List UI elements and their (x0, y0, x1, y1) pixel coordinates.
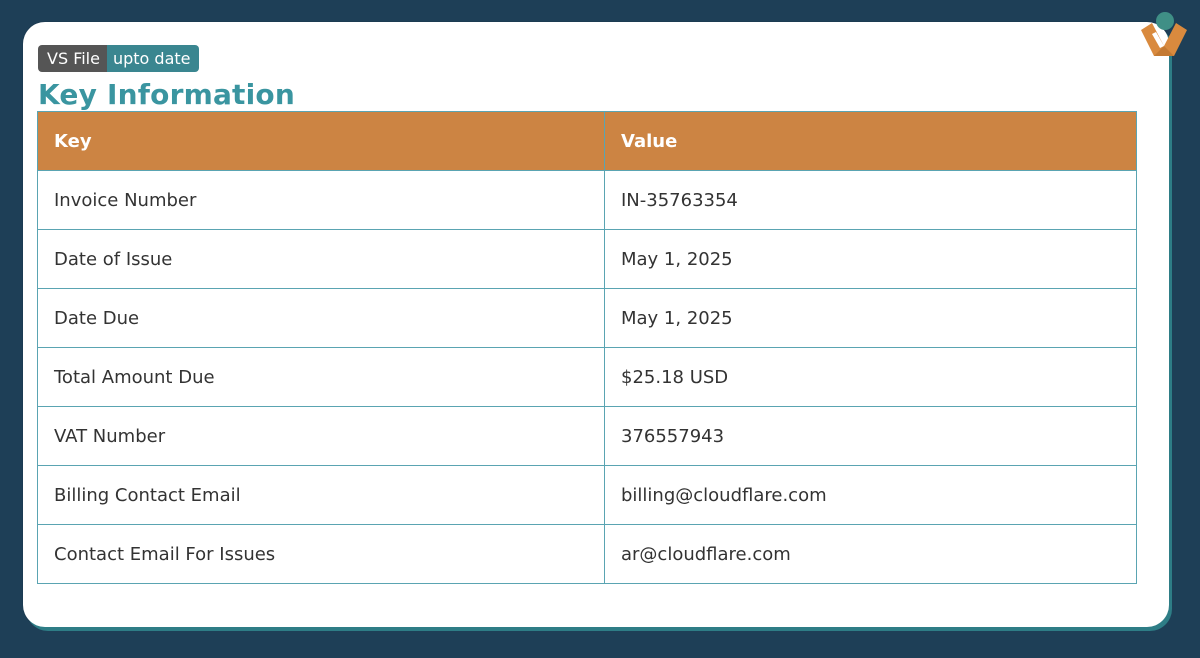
table-cell-value: $25.18 USD (604, 347, 1137, 407)
key-information-table: Key Value Invoice Number IN-35763354 Dat… (37, 111, 1137, 584)
document-card: VS File upto date Key Information Key Va… (23, 22, 1169, 627)
table-cell-key: Total Amount Due (37, 347, 605, 407)
orange-teal-logo-icon (1141, 12, 1187, 56)
table-row: VAT Number 376557943 (37, 406, 1137, 466)
table-cell-key: Invoice Number (37, 170, 605, 230)
table-cell-value[interactable]: billing@cloudflare.com (604, 465, 1137, 525)
table-row: Date Due May 1, 2025 (37, 288, 1137, 348)
table-row: Invoice Number IN-35763354 (37, 170, 1137, 230)
table-header-row: Key Value (37, 111, 1137, 171)
status-badge-value: upto date (106, 45, 199, 72)
table-row: Date of Issue May 1, 2025 (37, 229, 1137, 289)
table-cell-key: VAT Number (37, 406, 605, 466)
table-row: Total Amount Due $25.18 USD (37, 347, 1137, 407)
table-row: Contact Email For Issues ar@cloudflare.c… (37, 524, 1137, 584)
status-badge: VS File upto date (38, 45, 199, 72)
table-cell-key: Date of Issue (37, 229, 605, 289)
table-row: Billing Contact Email billing@cloudflare… (37, 465, 1137, 525)
status-badge-label: VS File (38, 45, 107, 72)
table-cell-key: Date Due (37, 288, 605, 348)
table-header-value: Value (604, 111, 1137, 171)
table-cell-key: Billing Contact Email (37, 465, 605, 525)
table-cell-value[interactable]: ar@cloudflare.com (604, 524, 1137, 584)
table-cell-value: May 1, 2025 (604, 288, 1137, 348)
table-header-key: Key (37, 111, 605, 171)
table-cell-value: May 1, 2025 (604, 229, 1137, 289)
table-cell-value: IN-35763354 (604, 170, 1137, 230)
table-cell-value: 376557943 (604, 406, 1137, 466)
section-heading: Key Information (38, 78, 295, 111)
table-cell-key: Contact Email For Issues (37, 524, 605, 584)
